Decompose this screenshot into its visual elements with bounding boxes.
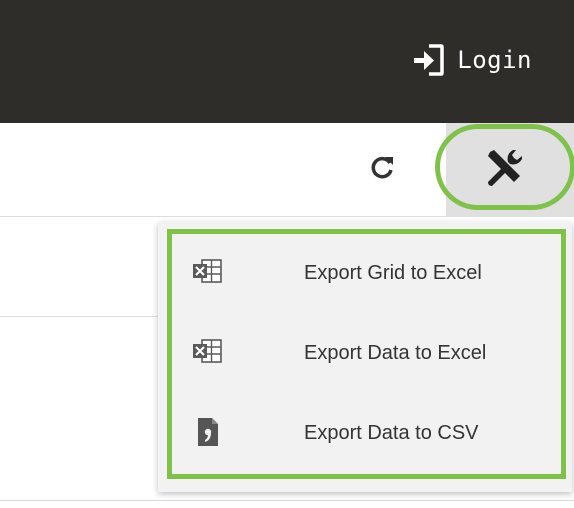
export-menu: Export Grid to Excel Export Data to Exce…: [158, 222, 572, 492]
csv-file-icon: [196, 416, 220, 453]
login-label: Login: [457, 46, 532, 74]
refresh-button[interactable]: [362, 149, 402, 189]
excel-file-icon: [192, 338, 222, 369]
menu-item-label: Export Data to CSV: [304, 422, 479, 444]
divider: [0, 316, 160, 317]
tools-icon: [484, 146, 526, 193]
excel-file-icon: [192, 258, 222, 289]
refresh-icon: [368, 153, 396, 186]
menu-item-label: Export Grid to Excel: [304, 262, 482, 284]
menu-item-export-data-csv[interactable]: Export Data to CSV: [158, 404, 572, 464]
menu-item-label: Export Data to Excel: [304, 342, 487, 364]
login-button[interactable]: Login: [411, 40, 532, 80]
divider: [0, 500, 574, 501]
menu-item-export-data-excel[interactable]: Export Data to Excel: [158, 324, 572, 384]
sign-in-icon: [411, 43, 445, 77]
top-navigation-bar: Login: [0, 0, 574, 123]
menu-item-export-grid-excel[interactable]: Export Grid to Excel: [158, 244, 572, 304]
